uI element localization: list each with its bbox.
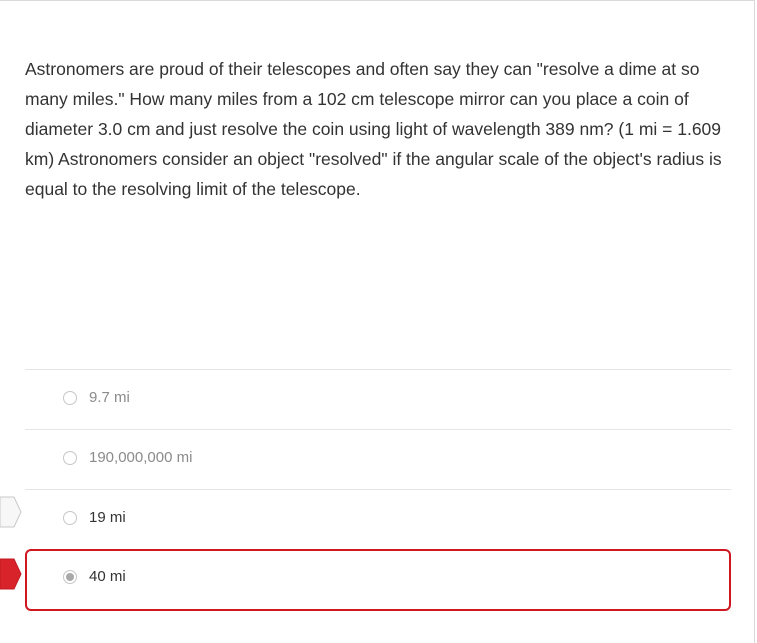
radio-button-selected[interactable] — [63, 570, 77, 584]
answer-option-2[interactable]: 190,000,000 mi — [25, 429, 731, 489]
question-text: Astronomers are proud of their telescope… — [25, 59, 722, 199]
answer-option-1[interactable]: 9.7 mi — [25, 369, 731, 429]
radio-button[interactable] — [63, 451, 77, 465]
answer-label: 190,000,000 mi — [89, 449, 193, 466]
selected-marker-icon — [0, 558, 22, 590]
radio-button[interactable] — [63, 511, 77, 525]
answer-label: 19 mi — [89, 509, 126, 526]
question-panel: Astronomers are proud of their telescope… — [0, 0, 755, 643]
answer-marker-icon — [0, 496, 22, 528]
answer-option-3[interactable]: 19 mi — [25, 489, 731, 549]
answer-list: 9.7 mi 190,000,000 mi 19 mi 40 mi — [25, 369, 731, 611]
selected-answer-outline — [25, 549, 731, 611]
radio-button[interactable] — [63, 391, 77, 405]
answer-label: 9.7 mi — [89, 389, 130, 406]
answer-option-4[interactable]: 40 mi — [25, 549, 731, 611]
answer-label: 40 mi — [89, 568, 126, 585]
